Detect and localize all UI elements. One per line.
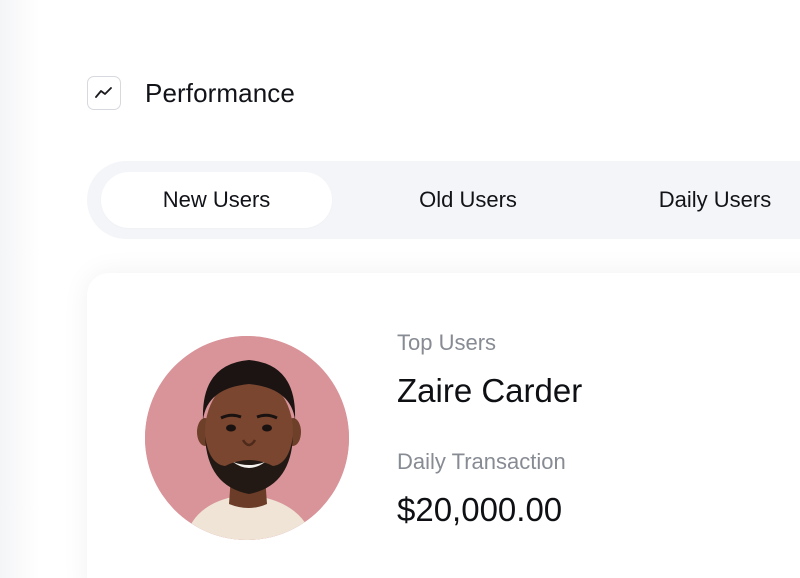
panel-header: Performance: [87, 76, 295, 110]
user-name: Zaire Carder: [397, 372, 583, 409]
tab-new-users[interactable]: New Users: [101, 172, 332, 228]
user-tabs: New Users Old Users Daily Users: [87, 161, 800, 239]
top-users-label: Top Users: [397, 330, 497, 355]
performance-panel: Performance New Users Old Users Daily Us…: [0, 0, 800, 578]
page-title: Performance: [145, 77, 295, 108]
daily-transaction-label: Daily Transaction: [397, 449, 566, 474]
trend-line-icon: [87, 76, 121, 110]
tab-daily-users[interactable]: Daily Users: [615, 172, 800, 228]
tab-old-users[interactable]: Old Users: [372, 172, 564, 228]
avatar: [145, 336, 349, 540]
transaction-amount: $20,000.00: [397, 491, 563, 528]
panel-shadow: [0, 0, 40, 578]
